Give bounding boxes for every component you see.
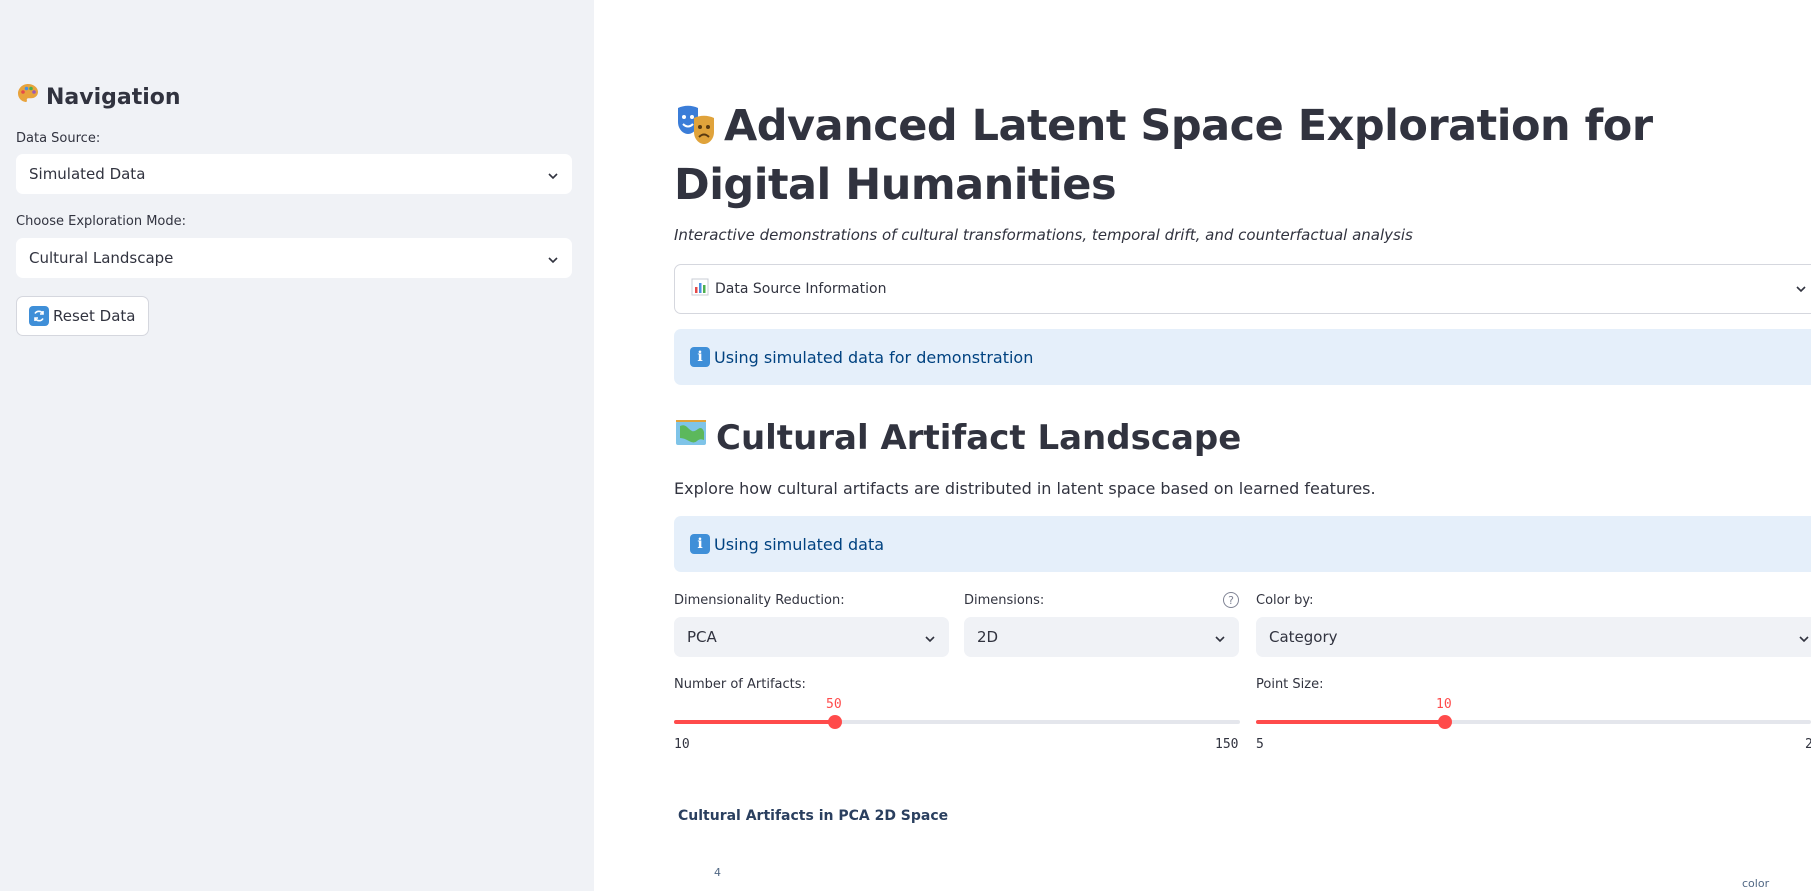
main-content: Advanced Latent Space Exploration for Di… [594,0,1811,891]
palette-icon [16,82,40,112]
info-alert-demo-text: Using simulated data for demonstration [714,347,1034,367]
page-subtitle: Interactive demonstrations of cultural t… [674,226,1413,244]
data-source-info-expander[interactable]: Data Source Information [674,264,1811,314]
section-title-text: Cultural Artifact Landscape [716,417,1242,458]
artifacts-label: Number of Artifacts: [674,677,806,692]
chevron-down-icon [1795,283,1807,295]
theater-masks-icon [674,102,718,159]
reset-data-label: Reset Data [53,307,136,325]
reduction-select[interactable]: PCA [674,617,949,657]
help-icon[interactable]: ? [1223,592,1239,608]
page-title: Advanced Latent Space Exploration for Di… [674,100,1784,212]
color-by-value: Category [1269,628,1338,646]
data-source-label: Data Source: [16,131,101,146]
color-by-select[interactable]: Category [1256,617,1811,657]
chevron-down-icon [547,168,559,180]
artifacts-slider[interactable] [674,715,1240,729]
sidebar: Navigation Data Source: Simulated Data C… [0,0,594,891]
sidebar-title-text: Navigation [46,84,181,110]
chevron-down-icon [547,252,559,264]
data-source-value: Simulated Data [29,165,146,183]
chevron-down-icon [1214,631,1226,643]
section-description: Explore how cultural artifacts are distr… [674,479,1376,498]
point-size-slider-value: 10 [1436,697,1452,712]
point-size-slider[interactable] [1256,715,1811,729]
artifacts-slider-thumb[interactable] [828,715,842,729]
world-map-icon [674,416,708,459]
artifacts-slider-fill [674,720,835,724]
artifacts-slider-min: 10 [674,737,690,752]
point-size-slider-min: 5 [1256,737,1264,752]
chevron-down-icon [924,631,936,643]
point-size-slider-fill [1256,720,1445,724]
info-alert-simulated-text: Using simulated data [714,534,885,554]
dimensions-label: Dimensions: [964,593,1045,608]
refresh-icon [29,306,49,326]
chevron-down-icon [1798,631,1810,643]
info-alert-demo: i Using simulated data for demonstration [674,329,1811,385]
artifacts-slider-value: 50 [826,697,842,712]
section-title: Cultural Artifact Landscape [674,416,1241,459]
chart-title: Cultural Artifacts in PCA 2D Space [678,808,949,824]
info-icon: i [690,534,710,554]
reduction-label: Dimensionality Reduction: [674,593,845,608]
point-size-label: Point Size: [1256,677,1324,692]
color-by-label: Color by: [1256,593,1314,608]
expander-label: Data Source Information [715,281,887,297]
dimensions-select[interactable]: 2D [964,617,1239,657]
mode-label: Choose Exploration Mode: [16,214,186,229]
artifacts-slider-max: 150 [1215,737,1239,752]
page-title-text: Advanced Latent Space Exploration for Di… [674,101,1653,210]
reset-data-button[interactable]: Reset Data [16,296,149,336]
bar-chart-icon [691,278,709,300]
reduction-value: PCA [687,628,717,646]
point-size-slider-max: 2 [1805,737,1811,752]
mode-value: Cultural Landscape [29,249,174,267]
legend-title: color [1742,877,1770,890]
point-size-slider-thumb[interactable] [1438,715,1452,729]
sidebar-title: Navigation [16,82,181,112]
info-icon: i [690,347,710,367]
info-alert-simulated: i Using simulated data [674,516,1811,572]
data-source-select[interactable]: Simulated Data [16,154,572,194]
y-tick-label: 4 [714,866,721,879]
mode-select[interactable]: Cultural Landscape [16,238,572,278]
dimensions-value: 2D [977,628,999,646]
